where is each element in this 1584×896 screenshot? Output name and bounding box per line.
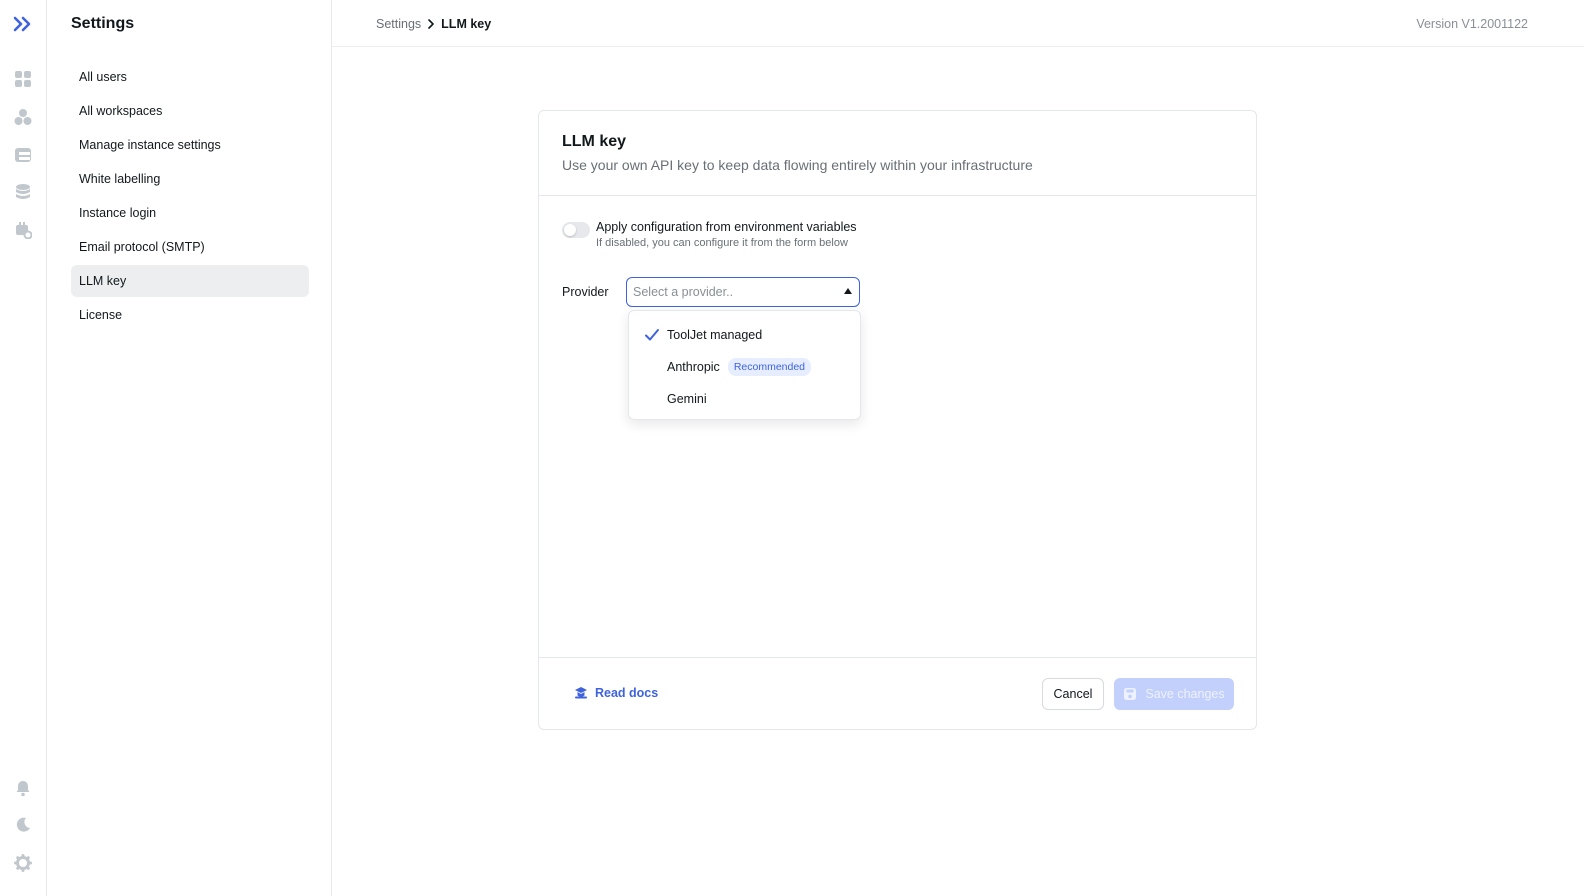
provider-select[interactable]: Select a provider.. [626, 277, 860, 307]
cancel-button[interactable]: Cancel [1042, 678, 1104, 710]
breadcrumb-settings[interactable]: Settings [376, 17, 421, 31]
caret-up-icon [844, 288, 852, 294]
sidebar-item-email-protocol[interactable]: Email protocol (SMTP) [71, 231, 309, 263]
graduation-cap-icon [575, 687, 587, 699]
sidebar-title: Settings [71, 15, 135, 32]
option-label: Gemini [667, 392, 707, 406]
env-config-label: Apply configuration from environment var… [596, 220, 857, 234]
save-changes-button[interactable]: Save changes [1114, 678, 1234, 710]
sidebar-item-white-labelling[interactable]: White labelling [71, 163, 309, 195]
top-bar: Settings LLM key Version V1.2001122 [332, 0, 1584, 47]
card-header: LLM key Use your own API key to keep dat… [539, 111, 1256, 196]
version-label: Version V1.2001122 [1416, 17, 1528, 31]
env-config-toggle-row: Apply configuration from environment var… [562, 220, 857, 249]
sidebar-item-instance-login[interactable]: Instance login [71, 197, 309, 229]
provider-option-anthropic[interactable]: Anthropic Recommended [629, 351, 860, 383]
provider-dropdown: ToolJet managed Anthropic Recommended Ge… [628, 310, 861, 420]
workspace-icon[interactable] [13, 107, 33, 127]
env-config-text: Apply configuration from environment var… [596, 220, 857, 249]
plugins-icon[interactable] [13, 220, 33, 240]
breadcrumb: Settings LLM key [376, 17, 491, 31]
env-config-hint: If disabled, you can configure it from t… [596, 237, 848, 249]
moon-icon[interactable] [13, 815, 33, 835]
table-icon[interactable] [13, 145, 33, 165]
database-icon[interactable] [13, 182, 33, 202]
read-docs-link[interactable]: Read docs [574, 686, 658, 700]
bell-icon[interactable] [13, 778, 33, 798]
sidebar-item-llm-key[interactable]: LLM key [71, 265, 309, 297]
read-docs-label: Read docs [595, 686, 659, 700]
settings-nav: All users All workspaces Manage instance… [71, 61, 309, 333]
logo-icon[interactable] [13, 14, 33, 34]
sidebar-item-license[interactable]: License [71, 299, 309, 331]
option-label: ToolJet managed [667, 328, 763, 342]
floppy-disk-icon [1124, 688, 1137, 700]
save-changes-label: Save changes [1145, 687, 1225, 701]
chevron-right-icon [427, 19, 435, 29]
llm-key-card: LLM key Use your own API key to keep dat… [538, 110, 1257, 730]
check-icon [644, 328, 660, 345]
option-label: Anthropic [667, 360, 720, 374]
recommended-badge: Recommended [727, 358, 812, 376]
provider-option-tooljet-managed[interactable]: ToolJet managed [629, 319, 860, 351]
card-footer: Read docs Cancel Save changes [539, 657, 1256, 729]
settings-sidebar: Settings All users All workspaces Manage… [47, 0, 332, 896]
provider-placeholder: Select a provider.. [633, 285, 734, 299]
breadcrumb-current: LLM key [441, 17, 492, 31]
card-subtitle: Use your own API key to keep data flowin… [562, 157, 1033, 173]
provider-label: Provider [562, 285, 609, 299]
sidebar-item-all-workspaces[interactable]: All workspaces [71, 95, 309, 127]
sidebar-item-all-users[interactable]: All users [71, 61, 309, 93]
provider-option-gemini[interactable]: Gemini [629, 383, 860, 415]
card-title: LLM key [562, 133, 627, 150]
icon-rail [0, 0, 47, 896]
env-config-toggle[interactable] [562, 222, 590, 238]
gear-icon[interactable] [13, 853, 33, 873]
apps-icon[interactable] [13, 69, 33, 89]
sidebar-item-manage-instance-settings[interactable]: Manage instance settings [71, 129, 309, 161]
